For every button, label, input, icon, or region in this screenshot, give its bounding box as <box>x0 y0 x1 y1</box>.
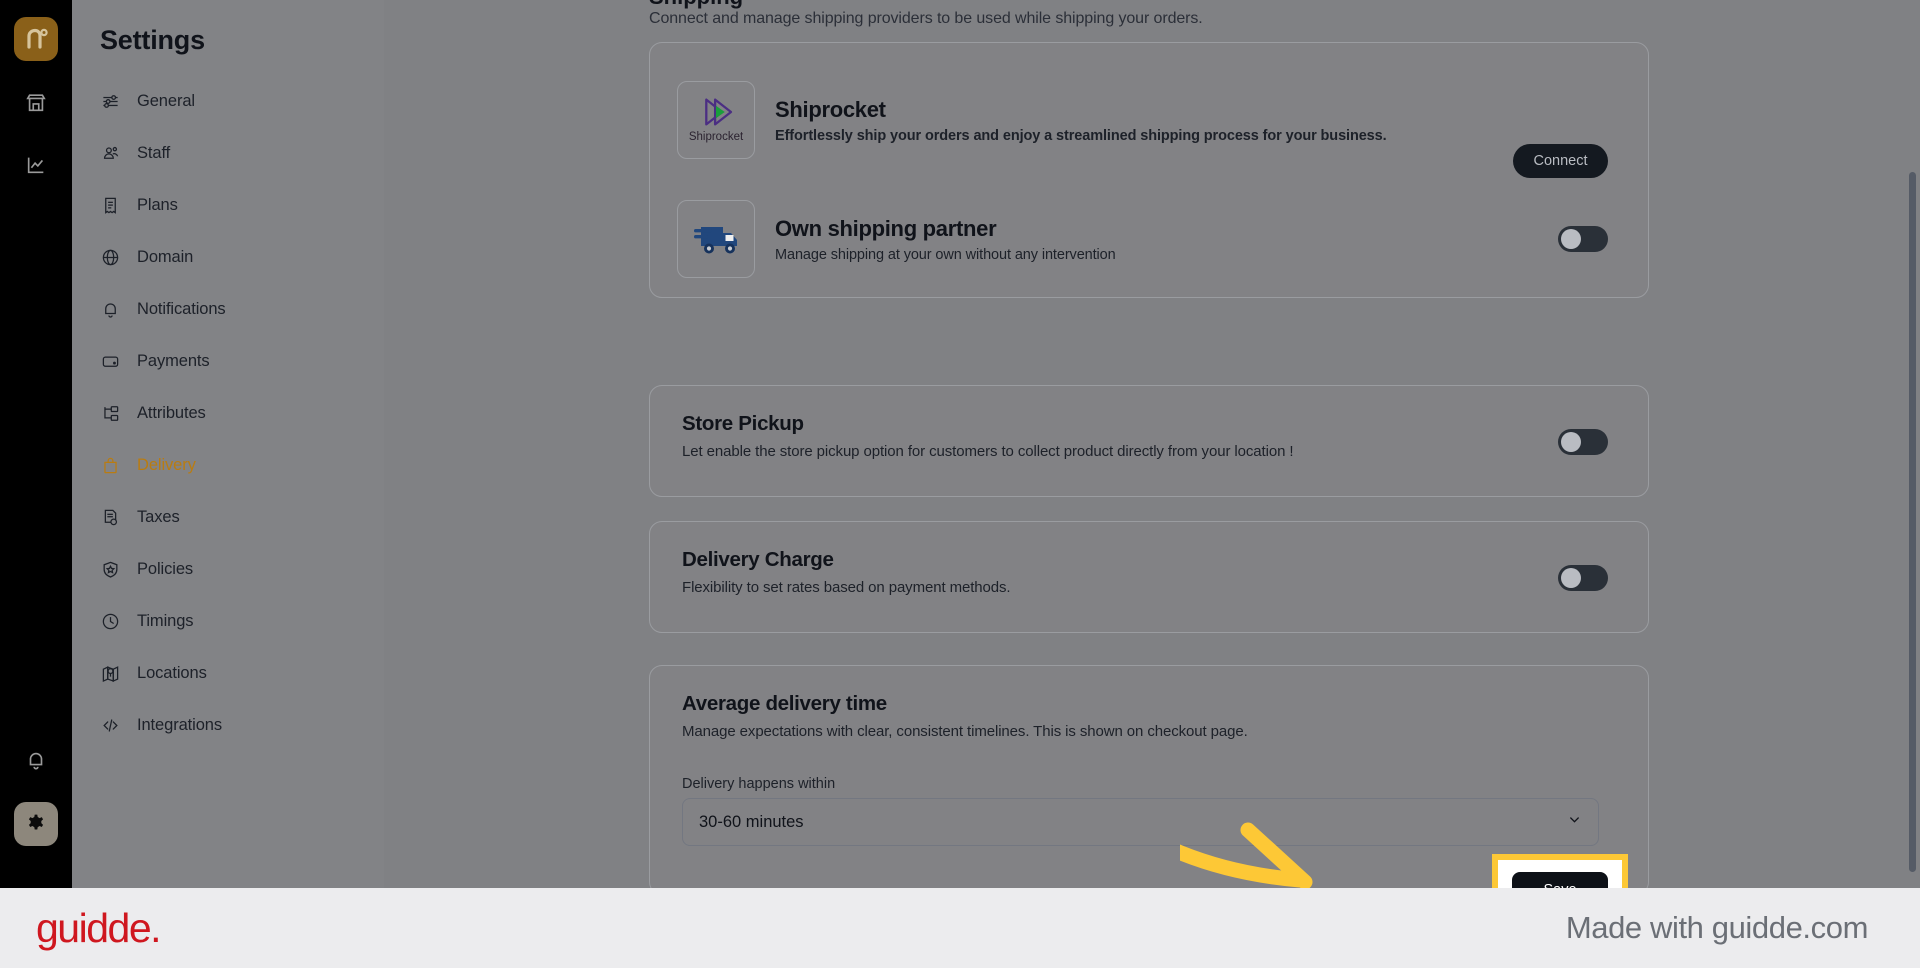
sidebar-item-attributes[interactable]: Attributes <box>72 394 384 432</box>
sliders-icon <box>100 91 120 111</box>
shiprocket-text: Shiprocket Effortlessly ship your orders… <box>775 97 1387 144</box>
sidebar-item-label: Plans <box>137 195 178 214</box>
gear-icon[interactable] <box>14 802 58 846</box>
receipt-icon <box>100 195 120 215</box>
sidebar-item-label: General <box>137 91 196 110</box>
sidebar-item-label: Domain <box>137 247 194 266</box>
sidebar-item-policies[interactable]: Policies <box>72 550 384 588</box>
code-icon <box>100 715 120 735</box>
shiprocket-logo-label: Shiprocket <box>688 131 744 143</box>
sidebar-item-domain[interactable]: Domain <box>72 238 384 276</box>
connect-button[interactable]: Connect <box>1513 144 1608 178</box>
sidebar-item-integrations[interactable]: Integrations <box>72 706 384 744</box>
sidebar-item-label: Attributes <box>137 403 206 422</box>
shipping-heading: Shipping <box>649 0 743 10</box>
clock-icon <box>100 611 120 631</box>
analytics-icon[interactable] <box>16 145 56 185</box>
shield-icon <box>100 559 120 579</box>
guidde-logo: guidde. <box>36 904 162 951</box>
toggle-knob <box>1561 432 1581 452</box>
sidebar-item-payments[interactable]: Payments <box>72 342 384 380</box>
provider-description: Manage shipping at your own without any … <box>775 246 1116 263</box>
sidebar-item-label: Policies <box>137 559 194 578</box>
sidebar-item-label: Staff <box>137 143 171 162</box>
provider-row-shiprocket: Shiprocket Shiprocket Effortlessly ship … <box>677 81 1387 159</box>
toggle-knob <box>1561 568 1581 588</box>
card-title: Delivery Charge <box>682 548 834 571</box>
card-description: Let enable the store pickup option for c… <box>682 443 1294 460</box>
chevron-down-icon <box>1567 812 1582 832</box>
brand-logo-icon[interactable] <box>14 17 58 61</box>
bell-icon[interactable] <box>16 740 56 780</box>
tax-doc-icon <box>100 507 120 527</box>
card-description: Flexibility to set rates based on paymen… <box>682 579 1011 596</box>
delivery-window-label: Delivery happens within <box>682 776 836 792</box>
store-icon[interactable] <box>16 83 56 123</box>
provider-row-own-shipping: Own shipping partner Manage shipping at … <box>677 200 1116 278</box>
toggle-knob <box>1561 229 1581 249</box>
left-icon-rail <box>0 0 72 888</box>
shiprocket-logo-icon: Shiprocket <box>677 81 755 159</box>
map-icon <box>100 663 120 683</box>
card-title: Store Pickup <box>682 412 804 435</box>
own-shipping-toggle[interactable] <box>1558 226 1608 252</box>
sidebar-item-label: Integrations <box>137 715 223 734</box>
hierarchy-icon <box>100 403 120 423</box>
provider-title: Shiprocket <box>775 96 886 122</box>
shipping-providers-card: Shiprocket Shiprocket Effortlessly ship … <box>649 42 1649 298</box>
page-title: Settings <box>100 25 205 55</box>
users-icon <box>100 143 120 163</box>
sidebar-item-locations[interactable]: Locations <box>72 654 384 692</box>
sidebar-item-label: Locations <box>137 663 207 682</box>
sidebar-item-notifications[interactable]: Notifications <box>72 290 384 328</box>
sidebar-item-staff[interactable]: Staff <box>72 134 384 172</box>
sidebar-item-general[interactable]: General <box>72 82 384 120</box>
main-content: Shipping Connect and manage shipping pro… <box>384 0 1920 888</box>
guidde-footer: guidde. Made with guidde.com <box>0 888 1920 968</box>
app-root: Settings General Staff Plans Domain Noti… <box>0 0 1920 968</box>
dimmed-application-stage: Settings General Staff Plans Domain Noti… <box>0 0 1920 888</box>
sidebar-item-label: Taxes <box>137 507 180 526</box>
delivery-charge-card: Delivery Charge Flexibility to set rates… <box>649 521 1649 633</box>
sidebar-item-timings[interactable]: Timings <box>72 602 384 640</box>
sidebar-item-taxes[interactable]: Taxes <box>72 498 384 536</box>
store-pickup-toggle[interactable] <box>1558 429 1608 455</box>
sidebar-item-label: Timings <box>137 611 194 630</box>
settings-nav: General Staff Plans Domain Notifications… <box>72 82 384 744</box>
sidebar-item-plans[interactable]: Plans <box>72 186 384 224</box>
wallet-icon <box>100 351 120 371</box>
store-pickup-card: Store Pickup Let enable the store pickup… <box>649 385 1649 497</box>
sidebar-item-label: Notifications <box>137 299 226 318</box>
made-with-guidde-text: Made with guidde.com <box>1565 910 1869 945</box>
save-button[interactable]: Save <box>1512 872 1608 888</box>
sidebar-item-delivery[interactable]: Delivery <box>72 446 384 484</box>
bell-icon <box>100 299 120 319</box>
card-title: Average delivery time <box>682 692 887 715</box>
bag-icon <box>100 455 120 475</box>
globe-icon <box>100 247 120 267</box>
shipping-subtitle: Connect and manage shipping providers to… <box>649 10 1203 27</box>
settings-sidebar: Settings General Staff Plans Domain Noti… <box>72 0 384 888</box>
card-description: Manage expectations with clear, consiste… <box>682 723 1248 740</box>
delivery-charge-toggle[interactable] <box>1558 565 1608 591</box>
truck-icon <box>677 200 755 278</box>
delivery-window-select[interactable]: 30-60 minutes <box>682 798 1599 846</box>
save-button-container: Save <box>1492 854 1628 888</box>
sidebar-item-label: Payments <box>137 351 210 370</box>
provider-title: Own shipping partner <box>775 215 997 241</box>
own-shipping-text: Own shipping partner Manage shipping at … <box>775 216 1116 263</box>
sidebar-item-label: Delivery <box>137 455 196 474</box>
provider-description: Effortlessly ship your orders and enjoy … <box>775 127 1387 144</box>
vertical-scrollbar[interactable] <box>1909 172 1916 872</box>
delivery-window-value: 30-60 minutes <box>699 812 804 831</box>
